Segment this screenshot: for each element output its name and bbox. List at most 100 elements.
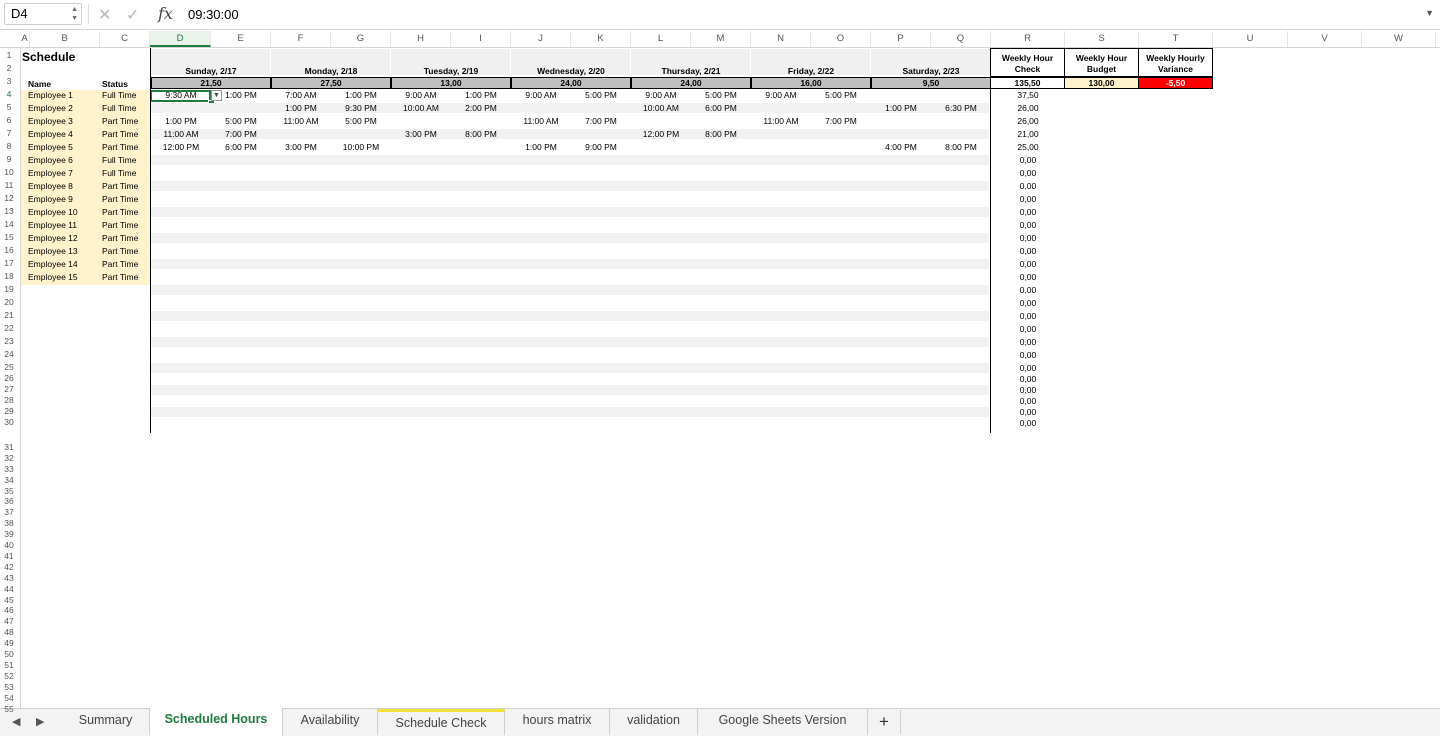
employee-name[interactable]: Employee 8 bbox=[28, 181, 73, 191]
employee-status[interactable]: Part Time bbox=[102, 142, 138, 152]
sheet-tab-google-sheets-version[interactable]: Google Sheets Version bbox=[698, 709, 868, 735]
shift-start[interactable]: 1:00 PM bbox=[511, 142, 571, 152]
row-number[interactable]: 50 bbox=[0, 649, 18, 659]
expand-formula-icon[interactable]: ▼ bbox=[1425, 8, 1434, 18]
row-number[interactable]: 44 bbox=[0, 584, 18, 594]
add-sheet-button[interactable]: + bbox=[868, 710, 901, 734]
row-number[interactable]: 11 bbox=[0, 180, 18, 190]
column-header-s[interactable]: S bbox=[1065, 31, 1139, 47]
name-box-stepper-icon[interactable]: ▲ ▼ bbox=[71, 5, 78, 23]
shift-end[interactable]: 5:00 PM bbox=[211, 116, 271, 126]
empty-row-weekly-hours[interactable]: 0,00 bbox=[991, 285, 1065, 295]
row-number[interactable]: 38 bbox=[0, 518, 18, 528]
employee-name[interactable]: Employee 14 bbox=[28, 259, 78, 269]
employee-name[interactable]: Employee 5 bbox=[28, 142, 73, 152]
empty-row-weekly-hours[interactable]: 0,00 bbox=[991, 298, 1065, 308]
row-number[interactable]: 55 bbox=[0, 704, 18, 714]
shift-start[interactable]: 11:00 AM bbox=[271, 116, 331, 126]
column-header-c[interactable]: C bbox=[100, 31, 150, 47]
shift-end[interactable]: 10:00 PM bbox=[331, 142, 391, 152]
employee-status[interactable]: Part Time bbox=[102, 207, 138, 217]
shift-start[interactable]: 1:00 PM bbox=[871, 103, 931, 113]
employee-weekly-hours[interactable]: 0,00 bbox=[991, 181, 1065, 191]
employee-name[interactable]: Employee 3 bbox=[28, 116, 73, 126]
shift-end[interactable]: 9:00 PM bbox=[571, 142, 631, 152]
column-header-k[interactable]: K bbox=[571, 31, 631, 47]
employee-name[interactable]: Employee 10 bbox=[28, 207, 78, 217]
empty-row-weekly-hours[interactable]: 0,00 bbox=[991, 418, 1065, 428]
column-header-p[interactable]: P bbox=[871, 31, 931, 47]
employee-name[interactable]: Employee 1 bbox=[28, 90, 73, 100]
employee-status[interactable]: Part Time bbox=[102, 272, 138, 282]
row-number[interactable]: 43 bbox=[0, 573, 18, 583]
row-number[interactable]: 9 bbox=[0, 154, 18, 164]
day-total[interactable]: 24,00 bbox=[631, 77, 751, 89]
empty-row-weekly-hours[interactable]: 0,00 bbox=[991, 337, 1065, 347]
employee-status[interactable]: Full Time bbox=[102, 155, 136, 165]
sheet-tab-scheduled-hours[interactable]: Scheduled Hours bbox=[150, 708, 283, 736]
row-number[interactable]: 13 bbox=[0, 206, 18, 216]
column-header-u[interactable]: U bbox=[1213, 31, 1288, 47]
empty-row-weekly-hours[interactable]: 0,00 bbox=[991, 374, 1065, 384]
employee-name[interactable]: Employee 7 bbox=[28, 168, 73, 178]
row-number[interactable]: 16 bbox=[0, 245, 18, 255]
row-number[interactable]: 47 bbox=[0, 616, 18, 626]
shift-start[interactable]: 9:00 AM bbox=[631, 90, 691, 100]
employee-weekly-hours[interactable]: 25,00 bbox=[991, 142, 1065, 152]
shift-start[interactable]: 12:00 PM bbox=[151, 142, 211, 152]
shift-end[interactable]: 7:00 PM bbox=[811, 116, 871, 126]
employee-weekly-hours[interactable]: 0,00 bbox=[991, 259, 1065, 269]
shift-start[interactable]: 3:00 PM bbox=[271, 142, 331, 152]
column-header-j[interactable]: J bbox=[511, 31, 571, 47]
row-number[interactable]: 54 bbox=[0, 693, 18, 703]
row-number[interactable]: 24 bbox=[0, 349, 18, 359]
column-header-e[interactable]: E bbox=[211, 31, 271, 47]
row-number[interactable]: 52 bbox=[0, 671, 18, 681]
shift-end[interactable]: 6:00 PM bbox=[211, 142, 271, 152]
employee-status[interactable]: Full Time bbox=[102, 90, 136, 100]
employee-weekly-hours[interactable]: 26,00 bbox=[991, 116, 1065, 126]
shift-end[interactable]: 7:00 PM bbox=[571, 116, 631, 126]
shift-end[interactable]: 1:00 PM bbox=[331, 90, 391, 100]
employee-name[interactable]: Employee 4 bbox=[28, 129, 73, 139]
empty-row-weekly-hours[interactable]: 0,00 bbox=[991, 385, 1065, 395]
employee-status[interactable]: Part Time bbox=[102, 129, 138, 139]
shift-start[interactable]: 9:00 AM bbox=[391, 90, 451, 100]
shift-end[interactable]: 5:00 PM bbox=[331, 116, 391, 126]
row-number[interactable]: 10 bbox=[0, 167, 18, 177]
column-header-a[interactable]: A bbox=[20, 31, 30, 47]
row-number[interactable]: 25 bbox=[0, 362, 18, 372]
employee-weekly-hours[interactable]: 0,00 bbox=[991, 168, 1065, 178]
employee-weekly-hours[interactable]: 0,00 bbox=[991, 272, 1065, 282]
confirm-icon[interactable]: ✓ bbox=[126, 5, 139, 25]
row-number[interactable]: 48 bbox=[0, 627, 18, 637]
shift-end[interactable]: 5:00 PM bbox=[811, 90, 871, 100]
row-number[interactable]: 31 bbox=[0, 442, 18, 452]
column-header-d[interactable]: D bbox=[150, 31, 211, 47]
row-number[interactable]: 19 bbox=[0, 284, 18, 294]
formula-input[interactable]: 09:30:00 bbox=[188, 7, 239, 22]
day-total[interactable]: 9,50 bbox=[871, 77, 991, 89]
weekly-hour-check-total[interactable]: 135,50 bbox=[990, 77, 1065, 89]
shift-end[interactable]: 7:00 PM bbox=[211, 129, 271, 139]
row-number[interactable]: 20 bbox=[0, 297, 18, 307]
employee-weekly-hours[interactable]: 0,00 bbox=[991, 246, 1065, 256]
name-box[interactable]: D4 ▲ ▼ bbox=[4, 3, 82, 25]
row-number[interactable]: 29 bbox=[0, 406, 18, 416]
day-total[interactable]: 24,00 bbox=[511, 77, 631, 89]
employee-name[interactable]: Employee 11 bbox=[28, 220, 77, 230]
employee-name[interactable]: Employee 2 bbox=[28, 103, 73, 113]
row-number[interactable]: 34 bbox=[0, 475, 18, 485]
shift-start[interactable]: 11:00 AM bbox=[751, 116, 811, 126]
column-header-v[interactable]: V bbox=[1288, 31, 1362, 47]
employee-name[interactable]: Employee 12 bbox=[28, 233, 78, 243]
row-number[interactable]: 3 bbox=[0, 76, 18, 86]
row-number[interactable]: 28 bbox=[0, 395, 18, 405]
prev-sheet-icon[interactable]: ◀ bbox=[12, 715, 20, 728]
empty-row-weekly-hours[interactable]: 0,00 bbox=[991, 363, 1065, 373]
employee-status[interactable]: Part Time bbox=[102, 233, 138, 243]
row-number[interactable]: 41 bbox=[0, 551, 18, 561]
employee-weekly-hours[interactable]: 21,00 bbox=[991, 129, 1065, 139]
next-sheet-icon[interactable]: ▶ bbox=[36, 715, 44, 728]
row-number[interactable]: 35 bbox=[0, 486, 18, 496]
